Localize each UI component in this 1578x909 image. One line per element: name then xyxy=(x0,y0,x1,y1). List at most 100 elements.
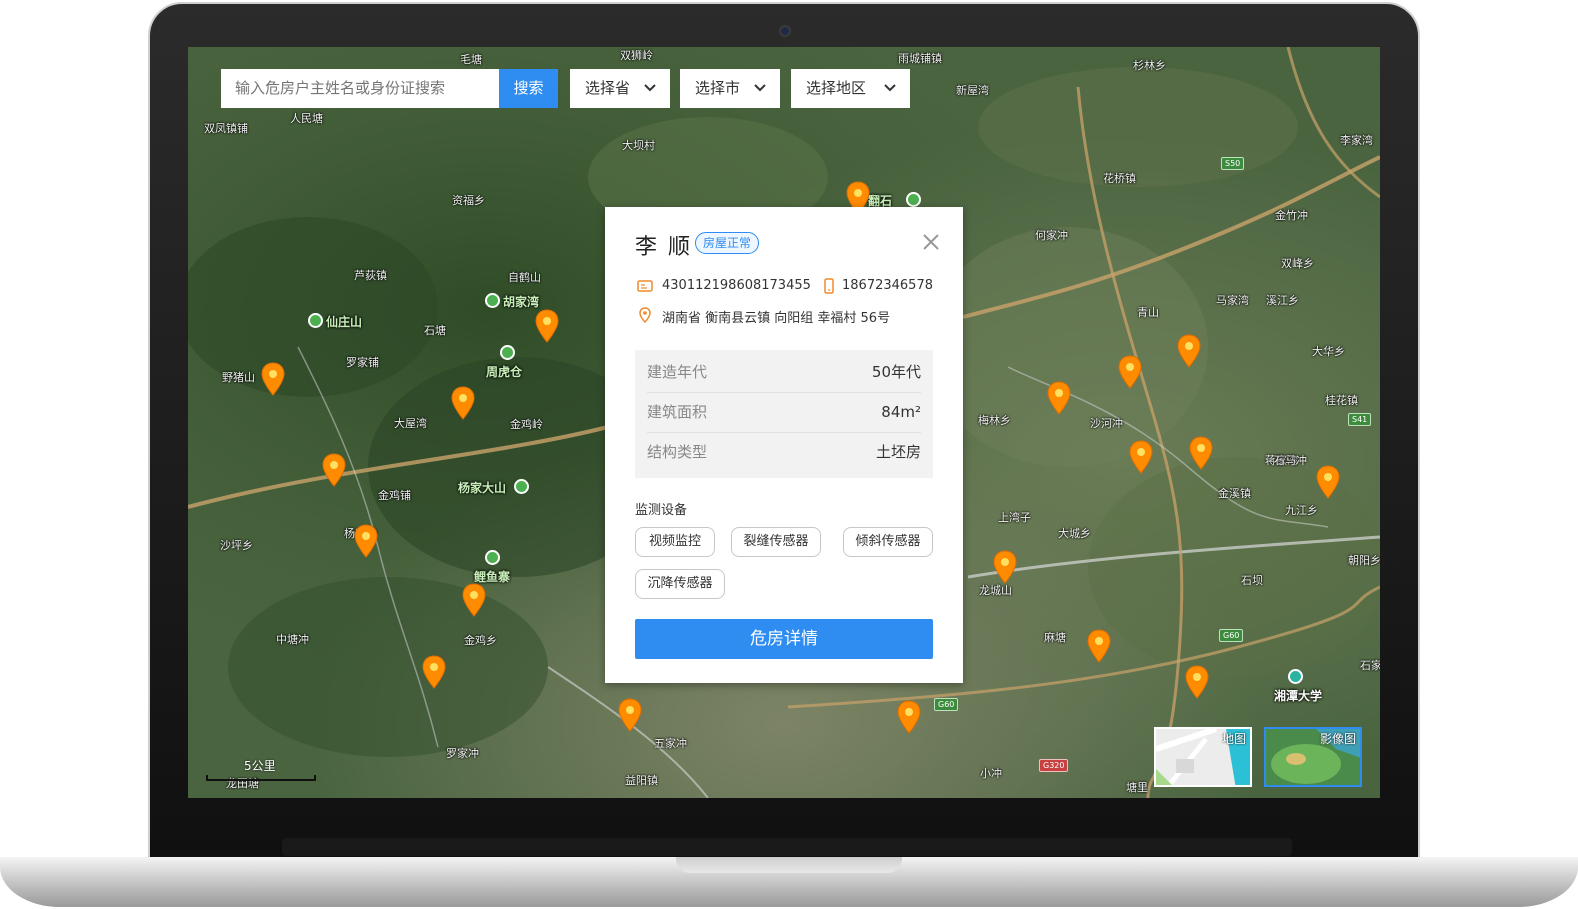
place-label: 金鸡乡 xyxy=(464,634,497,647)
place-label: 益阳镇 xyxy=(625,774,658,787)
device-video-button[interactable]: 视频监控 xyxy=(635,527,715,557)
house-location-pin-icon[interactable] xyxy=(1129,440,1153,474)
place-label: 石家冲 xyxy=(1360,659,1380,672)
device-settlement-sensor-button[interactable]: 沉降传感器 xyxy=(635,569,725,599)
road-badge: S50 xyxy=(1221,157,1245,170)
place-label: 五家冲 xyxy=(654,737,687,750)
house-location-pin-icon[interactable] xyxy=(1316,465,1340,499)
poi-label: 胡家湾 xyxy=(503,295,540,309)
house-location-pin-icon[interactable] xyxy=(322,453,346,487)
place-label: 金鸡铺 xyxy=(378,489,411,502)
poi-marker-icon[interactable] xyxy=(1288,669,1303,684)
place-label: 金鸡岭 xyxy=(510,418,543,431)
place-label: 何家冲 xyxy=(1035,229,1068,242)
scale-bar xyxy=(206,775,316,781)
poi-marker-icon[interactable] xyxy=(308,313,323,328)
layer-map-label: 地图 xyxy=(1221,732,1246,746)
attribute-value: 50年代 xyxy=(871,363,921,381)
place-label: 花桥镇 xyxy=(1103,172,1136,185)
city-select[interactable]: 选择市 xyxy=(680,69,780,108)
search-input[interactable] xyxy=(221,69,499,108)
address: 湖南省 衡南县云镇 向阳组 幸福村 56号 xyxy=(662,311,891,326)
phone-number: 18672346578 xyxy=(842,278,933,293)
house-location-pin-icon[interactable] xyxy=(1087,629,1111,663)
poi-marker-icon[interactable] xyxy=(906,192,921,207)
layer-satellite-label: 影像图 xyxy=(1319,732,1356,746)
house-detail-button[interactable]: 危房详情 xyxy=(635,619,933,659)
house-location-pin-icon[interactable] xyxy=(1177,334,1201,368)
place-label: 塘里 xyxy=(1126,781,1148,794)
attribute-row: 结构类型 土坯房 xyxy=(647,432,921,472)
map-screen[interactable]: 毛塘 双狮岭 雨城铺镇 双凤镇铺 人民塘 大坝村 新屋湾 杉林乡 资福乡 芦荻镇… xyxy=(188,47,1380,798)
device-crack-sensor-button[interactable]: 裂缝传感器 xyxy=(731,527,821,557)
place-label: 野猪山 xyxy=(222,371,255,384)
place-label: 双狮岭 xyxy=(620,49,653,62)
house-location-pin-icon[interactable] xyxy=(1118,355,1142,389)
place-label: 梅林乡 xyxy=(978,414,1011,427)
phone-icon xyxy=(824,278,834,294)
attribute-key: 结构类型 xyxy=(647,443,708,461)
location-icon xyxy=(639,307,651,323)
place-label: 资福乡 xyxy=(452,194,485,207)
place-label: 沙坪乡 xyxy=(220,539,253,552)
place-label: 青山 xyxy=(1137,306,1159,319)
device-tilt-sensor-button[interactable]: 倾斜传感器 xyxy=(843,527,933,557)
attribute-row: 建筑面积 84m² xyxy=(647,392,921,432)
layer-satellite-button[interactable]: 影像图 xyxy=(1264,727,1362,787)
district-select[interactable]: 选择地区 xyxy=(791,69,910,108)
scale-label: 5公里 xyxy=(244,759,276,773)
house-info-popup: 李 顺 房屋正常 430112198608173455 18672346578 … xyxy=(605,207,963,683)
attribute-key: 建筑面积 xyxy=(647,403,708,421)
devices-title: 监测设备 xyxy=(635,503,688,518)
province-select-label: 选择省 xyxy=(585,79,631,97)
poi-label: 杨家大山 xyxy=(458,481,507,495)
close-icon[interactable] xyxy=(921,232,941,252)
place-label: 麻塘 xyxy=(1044,631,1066,644)
place-label: 石坝 xyxy=(1241,574,1263,587)
place-label: 沙河冲 xyxy=(1090,417,1123,430)
house-location-pin-icon[interactable] xyxy=(535,309,559,343)
house-location-pin-icon[interactable] xyxy=(618,698,642,732)
id-number: 430112198608173455 xyxy=(662,278,811,293)
place-label: 中塘冲 xyxy=(276,633,309,646)
place-label: 杉林乡 xyxy=(1133,59,1166,72)
place-label: 金溪镇 xyxy=(1218,487,1251,500)
place-label: 上湾子 xyxy=(998,511,1031,524)
house-location-pin-icon[interactable] xyxy=(462,583,486,617)
house-location-pin-icon[interactable] xyxy=(261,362,285,396)
house-location-pin-icon[interactable] xyxy=(1047,381,1071,415)
district-select-label: 选择地区 xyxy=(806,79,867,97)
place-label: 李家湾 xyxy=(1340,134,1373,147)
laptop-notch xyxy=(676,857,902,873)
place-label: 马家湾 xyxy=(1216,294,1249,307)
poi-marker-icon[interactable] xyxy=(500,345,515,360)
attribute-value: 土坯房 xyxy=(875,443,921,461)
poi-marker-icon[interactable] xyxy=(514,479,529,494)
place-label: 金竹冲 xyxy=(1275,209,1308,222)
camera-icon xyxy=(779,25,791,37)
poi-marker-icon[interactable] xyxy=(485,550,500,565)
chevron-down-icon xyxy=(884,84,896,92)
search-button[interactable]: 搜索 xyxy=(499,69,558,108)
attribute-value: 84m² xyxy=(881,403,921,421)
map-scale: 5公里 xyxy=(206,757,316,781)
place-label: 大屋湾 xyxy=(394,417,427,430)
poi-label: 湘潭大学 xyxy=(1274,689,1323,703)
place-label: 石马冲 xyxy=(1274,454,1307,467)
poi-label: 周虎仓 xyxy=(486,365,523,379)
poi-marker-icon[interactable] xyxy=(485,293,500,308)
place-label: 朝阳乡 xyxy=(1348,554,1380,567)
poi-label: 仙庄山 xyxy=(326,315,363,329)
place-label: 大华乡 xyxy=(1312,345,1345,358)
house-location-pin-icon[interactable] xyxy=(1185,665,1209,699)
layer-map-button[interactable]: 地图 xyxy=(1154,727,1252,787)
place-label: 大城乡 xyxy=(1058,527,1091,540)
house-location-pin-icon[interactable] xyxy=(451,386,475,420)
house-location-pin-icon[interactable] xyxy=(422,655,446,689)
house-location-pin-icon[interactable] xyxy=(1189,436,1213,470)
province-select[interactable]: 选择省 xyxy=(570,69,670,108)
house-location-pin-icon[interactable] xyxy=(993,550,1017,584)
house-location-pin-icon[interactable] xyxy=(354,524,378,558)
house-location-pin-icon[interactable] xyxy=(897,700,921,734)
road-badge: G60 xyxy=(934,698,959,711)
